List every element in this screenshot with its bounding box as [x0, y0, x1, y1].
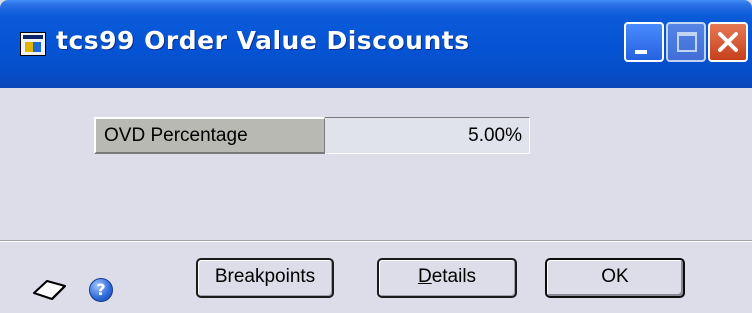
details-label: etails	[431, 266, 477, 287]
maximize-icon	[677, 32, 697, 52]
help-icon[interactable]: ?	[89, 278, 113, 302]
dialog-window: tcs99 Order Value Discounts OVD Percenta…	[0, 0, 752, 313]
title-bar[interactable]: tcs99 Order Value Discounts	[0, 0, 752, 88]
note-icon[interactable]	[32, 278, 68, 302]
minimize-icon	[635, 50, 647, 54]
ok-button[interactable]: OK	[545, 258, 685, 298]
close-button[interactable]	[708, 22, 748, 62]
ovd-percentage-label: OVD Percentage	[104, 125, 248, 146]
app-window-icon[interactable]	[20, 32, 46, 56]
breakpoints-button[interactable]: Breakpoints	[196, 258, 334, 298]
ovd-percentage-value[interactable]: 5.00%	[468, 125, 522, 147]
close-icon	[718, 32, 738, 52]
details-mnemonic: D	[417, 266, 432, 287]
maximize-button	[666, 22, 706, 62]
window-title: tcs99 Order Value Discounts	[56, 26, 470, 55]
minimize-button[interactable]	[624, 22, 664, 62]
details-button[interactable]: Details	[377, 258, 517, 298]
footer-divider	[0, 240, 752, 242]
